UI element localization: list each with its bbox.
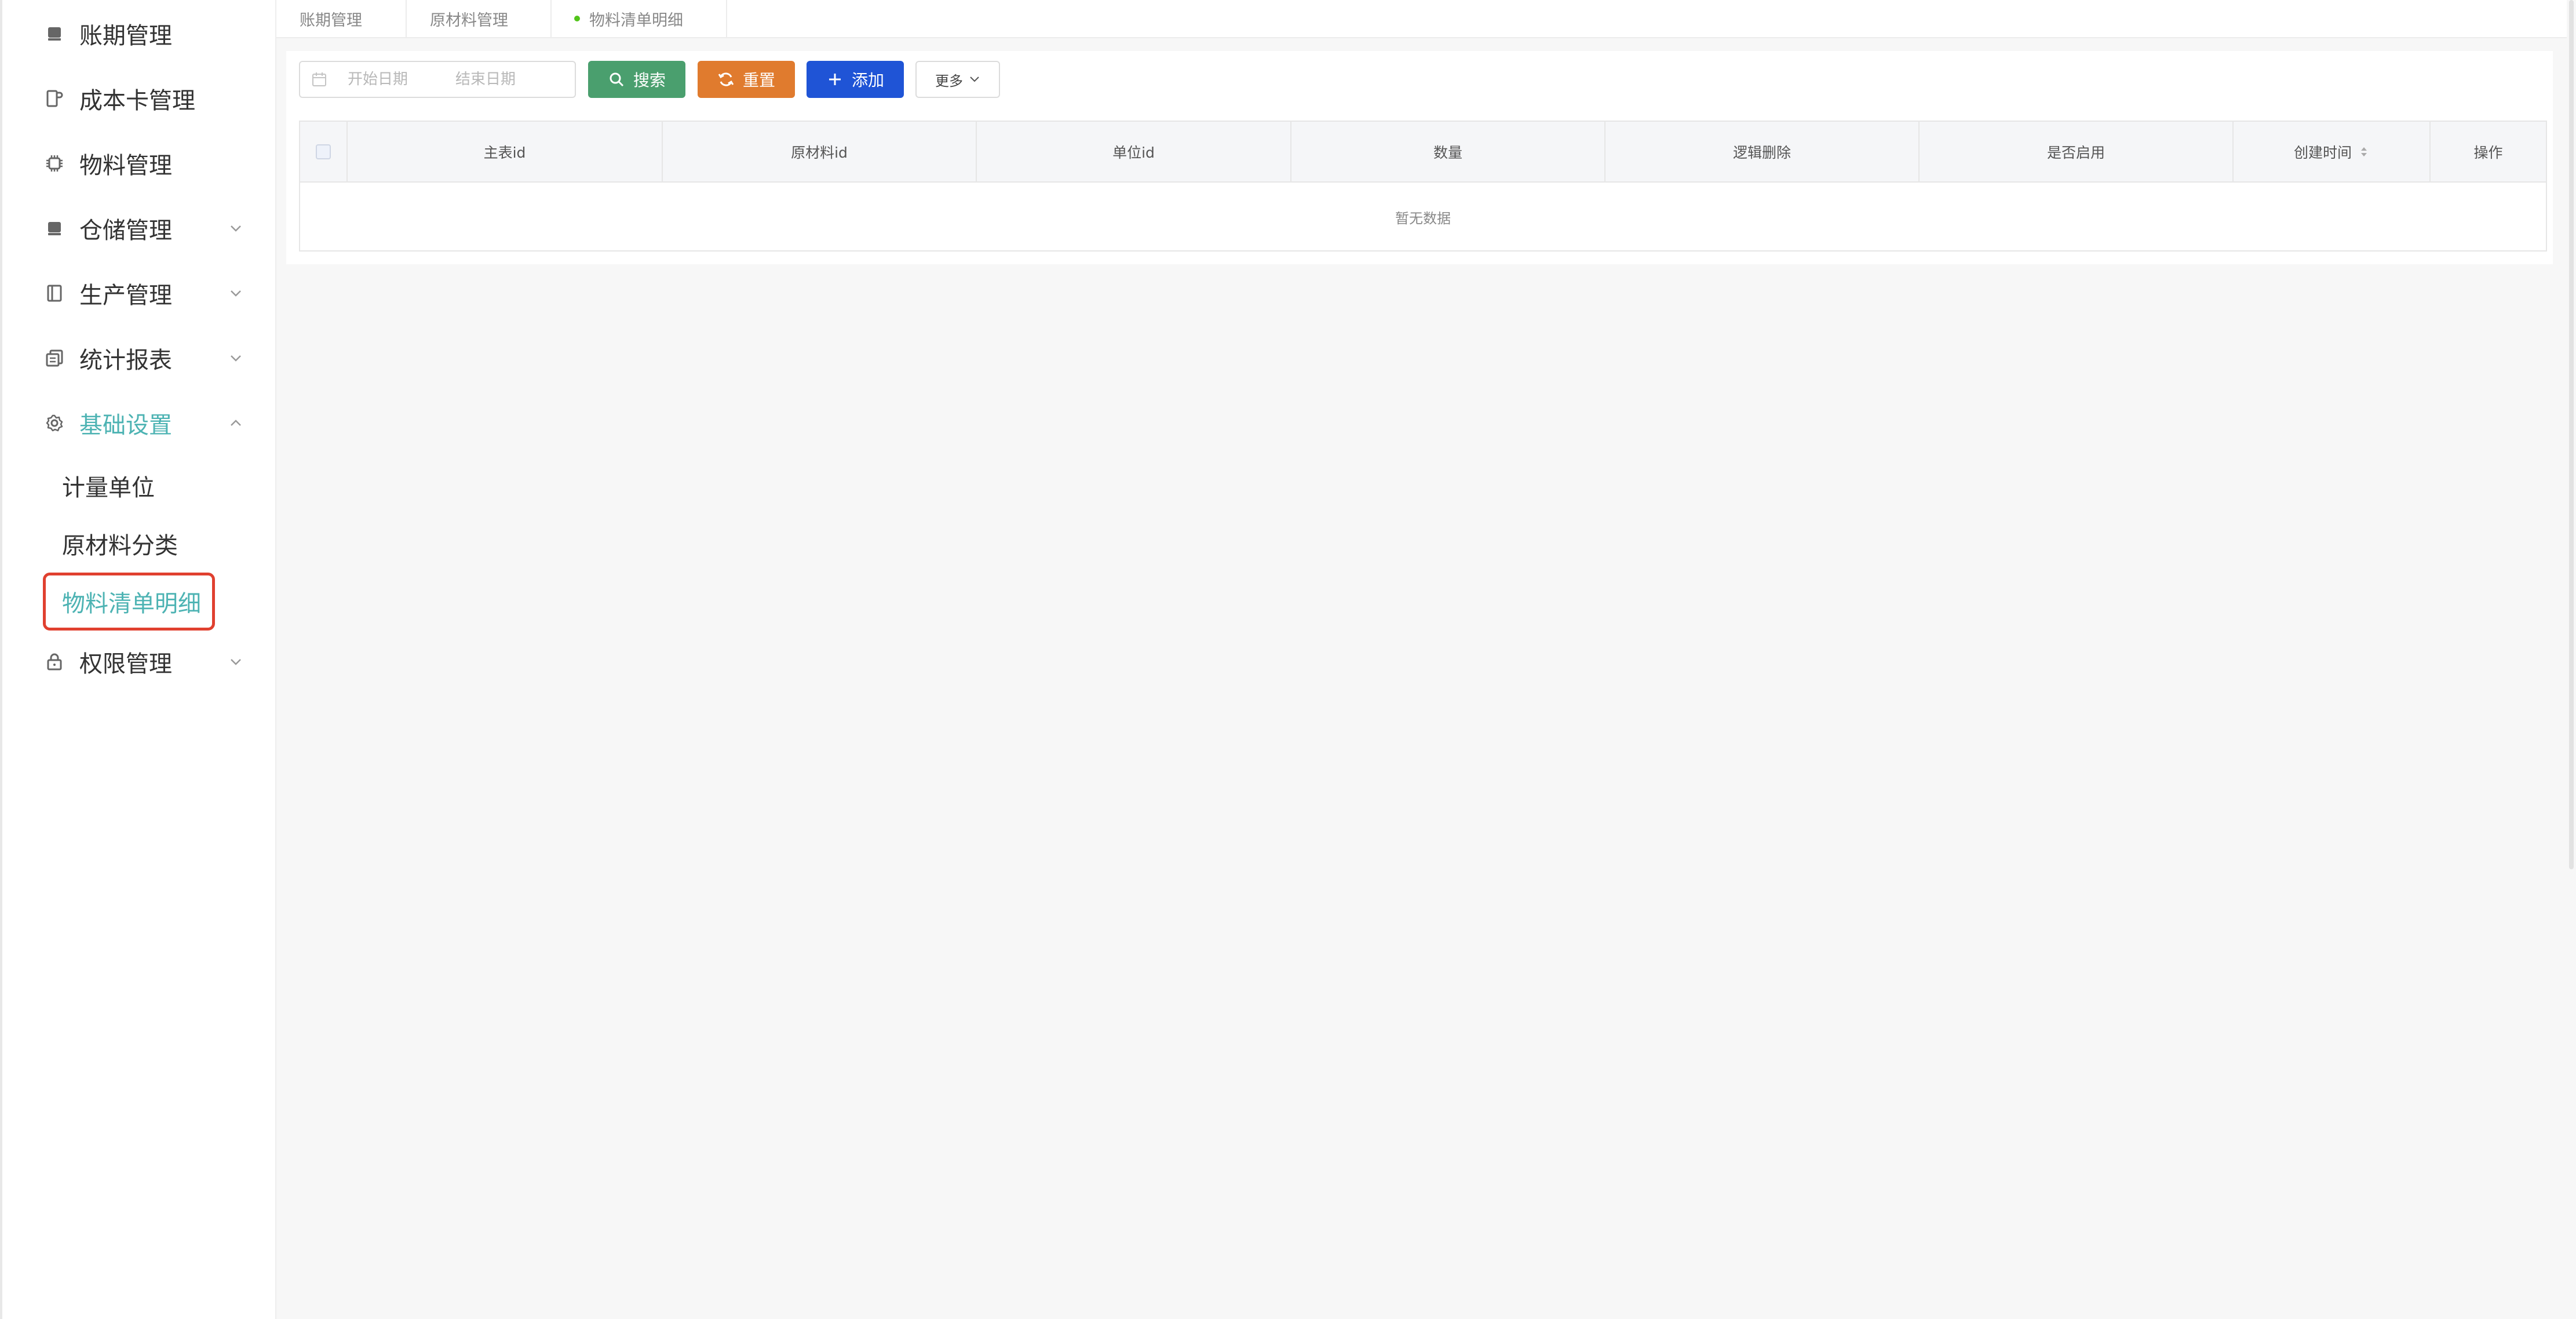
- page-scrollbar[interactable]: [2567, 0, 2576, 1319]
- main-card: 搜索 重置 添加 更多 主表id 原材料id: [286, 51, 2553, 264]
- report-icon: [43, 347, 66, 370]
- column-header-label: 逻辑删除: [1732, 144, 1791, 161]
- reset-button-label: 重置: [742, 71, 775, 90]
- chevron-up-icon: [227, 414, 245, 432]
- tab-bom-detail[interactable]: 物料清单明细: [552, 0, 727, 37]
- sidebar-item-label: 统计报表: [79, 347, 172, 374]
- sidebar-item-label: 基础设置: [79, 412, 172, 439]
- tab-raw-materials[interactable]: 原材料管理: [407, 0, 552, 37]
- search-icon: [608, 71, 625, 88]
- chevron-down-icon: [227, 285, 245, 302]
- more-dropdown-button[interactable]: 更多: [915, 61, 1000, 98]
- sidebar-item-materials[interactable]: 物料管理: [2, 134, 275, 192]
- end-date-input[interactable]: [454, 68, 553, 91]
- scrollbar-thumb[interactable]: [2569, 0, 2574, 869]
- book-icon: [43, 282, 66, 305]
- column-header[interactable]: 是否启用: [1920, 122, 2234, 181]
- sidebar-item-permissions[interactable]: 权限管理: [2, 633, 275, 691]
- chevron-down-icon: [969, 74, 980, 85]
- card-icon: [43, 87, 66, 110]
- sidebar-item-billing-period[interactable]: 账期管理: [2, 5, 275, 63]
- sidebar-item-cost-card[interactable]: 成本卡管理: [2, 70, 275, 127]
- active-tab-dot: [574, 16, 580, 21]
- column-header-label: 创建时间: [2293, 144, 2352, 161]
- sidebar-subitem-label: 物料清单明细: [62, 591, 201, 617]
- tab-billing-period[interactable]: 账期管理: [276, 0, 407, 37]
- sidebar-item-reports[interactable]: 统计报表: [2, 329, 275, 387]
- start-date-input[interactable]: [346, 68, 445, 91]
- table-header: 主表id 原材料id 单位id 数量 逻辑删除 是否启用 创建时间 操作: [300, 122, 2546, 183]
- data-table: 主表id 原材料id 单位id 数量 逻辑删除 是否启用 创建时间 操作 暂无数…: [299, 121, 2547, 252]
- wallet-icon: [43, 22, 66, 45]
- column-header-label: 操作: [2473, 144, 2503, 161]
- chevron-down-icon: [227, 220, 245, 237]
- select-all-cell: [300, 122, 348, 181]
- date-range-picker[interactable]: [299, 61, 576, 98]
- sidebar-item-label: 生产管理: [79, 282, 172, 309]
- chip-icon: [43, 152, 66, 175]
- tab-label: 物料清单明细: [589, 11, 683, 30]
- sidebar-item-label: 仓储管理: [79, 217, 172, 244]
- sidebar-item-production[interactable]: 生产管理: [2, 264, 275, 322]
- sidebar-item-label: 物料管理: [79, 152, 172, 179]
- refresh-icon: [717, 71, 735, 88]
- plus-icon: [826, 71, 844, 88]
- sidebar-subitem-bom-detail[interactable]: 物料清单明细: [43, 573, 215, 631]
- column-header-label: 数量: [1433, 144, 1462, 161]
- sidebar-item-warehouse[interactable]: 仓储管理: [2, 199, 275, 257]
- tab-label: 原材料管理: [430, 11, 508, 30]
- add-button-label: 添加: [851, 71, 884, 90]
- chevron-down-icon: [227, 653, 245, 671]
- sidebar-item-label: 账期管理: [79, 23, 172, 49]
- column-header-sortable[interactable]: 创建时间: [2234, 122, 2431, 181]
- column-header: 操作: [2431, 122, 2546, 181]
- column-header[interactable]: 主表id: [348, 122, 663, 181]
- sidebar-subitem-label: 原材料分类: [62, 533, 178, 559]
- sort-icon[interactable]: [2359, 144, 2369, 159]
- lock-icon: [43, 650, 66, 673]
- column-header-label: 原材料id: [791, 144, 848, 161]
- select-all-checkbox[interactable]: [316, 144, 331, 159]
- column-header[interactable]: 原材料id: [663, 122, 977, 181]
- tab-label: 账期管理: [300, 11, 362, 30]
- column-header-label: 主表id: [483, 144, 526, 161]
- column-header-label: 单位id: [1112, 144, 1155, 161]
- sidebar-subitem-label: 计量单位: [62, 475, 155, 501]
- sidebar-item-label: 权限管理: [79, 651, 172, 677]
- gear-icon: [43, 411, 66, 435]
- column-header-label: 是否启用: [2046, 144, 2105, 161]
- more-button-label: 更多: [935, 72, 963, 89]
- tabs-bar: 账期管理 原材料管理 物料清单明细: [276, 0, 2576, 38]
- warehouse-icon: [43, 217, 66, 240]
- add-button[interactable]: 添加: [807, 61, 904, 98]
- column-header[interactable]: 逻辑删除: [1606, 122, 1920, 181]
- sidebar-item-label: 成本卡管理: [79, 88, 195, 114]
- column-header[interactable]: 单位id: [977, 122, 1291, 181]
- sidebar: 账期管理 成本卡管理 物料管理 仓储管理 生产管理 统计报表 基础设置 计量单位…: [0, 0, 276, 1319]
- chevron-down-icon: [227, 349, 245, 367]
- sidebar-item-basic-settings[interactable]: 基础设置: [2, 394, 275, 452]
- search-button-label: 搜索: [633, 71, 666, 90]
- search-button[interactable]: 搜索: [588, 61, 685, 98]
- calendar-icon: [311, 71, 328, 88]
- reset-button[interactable]: 重置: [698, 61, 795, 98]
- column-header[interactable]: 数量: [1291, 122, 1606, 181]
- empty-state-text: 暂无数据: [1395, 210, 1451, 227]
